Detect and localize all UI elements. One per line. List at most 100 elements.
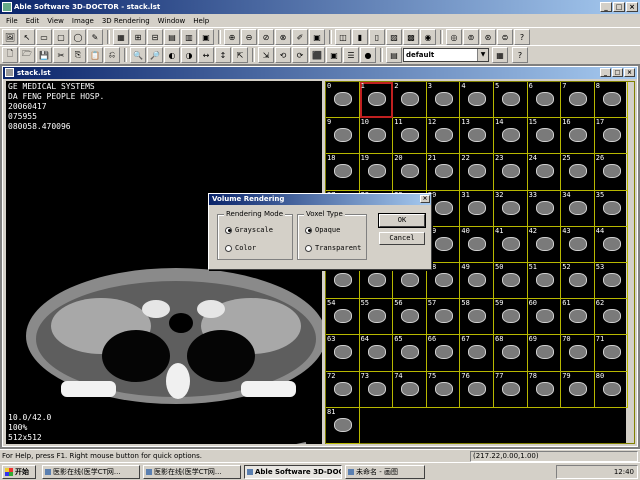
- grayscale-radio[interactable]: Grayscale: [225, 226, 273, 234]
- slice-thumbnail[interactable]: 52: [561, 263, 595, 300]
- doc-minimize-button[interactable]: _: [600, 68, 611, 77]
- slice-thumbnail[interactable]: 80: [594, 371, 629, 408]
- slice-thumbnail[interactable]: 26: [594, 154, 629, 191]
- slice-thumbnail[interactable]: 76: [460, 371, 494, 408]
- slice-thumbnail[interactable]: 12: [426, 118, 461, 155]
- toolbar-button-icon[interactable]: ▥: [181, 29, 197, 45]
- toolbar-button-icon[interactable]: ⊘: [258, 29, 274, 45]
- slice-thumbnail[interactable]: 60: [527, 299, 562, 336]
- slice-thumbnail[interactable]: 40: [460, 226, 494, 263]
- toolbar-button-icon[interactable]: ▩: [403, 29, 419, 45]
- slice-thumbnail[interactable]: 31: [460, 190, 494, 227]
- slice-thumbnail[interactable]: 3: [426, 82, 461, 119]
- toolbar-button-icon[interactable]: ⟲: [275, 47, 291, 63]
- slice-thumbnail[interactable]: 72: [326, 371, 360, 408]
- start-button[interactable]: 开始: [2, 464, 36, 479]
- toolbar-button-icon[interactable]: ▨: [386, 29, 402, 45]
- slice-thumbnail[interactable]: 15: [527, 118, 562, 155]
- slice-thumbnail[interactable]: 73: [359, 371, 394, 408]
- toolbar-button-icon[interactable]: ▤: [386, 47, 402, 63]
- doc-maximize-button[interactable]: □: [612, 68, 623, 77]
- slice-thumbnail[interactable]: 33: [527, 190, 562, 227]
- toolbar-button-icon[interactable]: ⊚: [463, 29, 479, 45]
- slice-thumbnail[interactable]: 19: [359, 154, 394, 191]
- toolbar-button-icon[interactable]: ⊛: [480, 29, 496, 45]
- toolbar-button-icon[interactable]: ⎘: [70, 47, 86, 63]
- slice-thumbnail[interactable]: 0: [326, 82, 360, 119]
- taskbar-item-active[interactable]: Able Software 3D-DOCT...: [244, 464, 342, 479]
- slice-thumbnail[interactable]: 16: [561, 118, 595, 155]
- toolbar-button-icon[interactable]: ⊟: [147, 29, 163, 45]
- toolbar-button-icon[interactable]: ◉: [420, 29, 436, 45]
- slice-thumbnail-selected[interactable]: 1: [359, 82, 394, 119]
- toolbar-button-icon[interactable]: ✐: [292, 29, 308, 45]
- toolbar-button-icon[interactable]: ☰: [343, 47, 359, 63]
- slice-thumbnail[interactable]: 41: [494, 226, 528, 263]
- menu-item-file[interactable]: File: [2, 17, 22, 25]
- slice-thumbnail[interactable]: 78: [527, 371, 562, 408]
- slice-thumbnail[interactable]: 79: [561, 371, 595, 408]
- toolbar-button-icon[interactable]: ⬛: [309, 47, 325, 63]
- slice-thumbnail[interactable]: 6: [527, 82, 562, 119]
- opaque-radio[interactable]: Opaque: [305, 226, 340, 234]
- slice-thumbnail[interactable]: 18: [326, 154, 360, 191]
- slice-thumbnail[interactable]: 67: [460, 335, 494, 372]
- slice-thumbnail[interactable]: 17: [594, 118, 629, 155]
- toolbar-button-icon[interactable]: ⟳: [292, 47, 308, 63]
- toolbar-button-icon[interactable]: 🔍: [130, 47, 146, 63]
- ok-button[interactable]: OK: [378, 213, 426, 228]
- slice-thumbnail[interactable]: 44: [594, 226, 629, 263]
- toolbar-button-icon[interactable]: 📋: [87, 47, 103, 63]
- dialog-close-button[interactable]: ×: [420, 195, 430, 203]
- cancel-button[interactable]: Cancel: [379, 232, 425, 245]
- menu-item-3d-rendering[interactable]: 3D Rendering: [98, 17, 154, 25]
- slice-thumbnail[interactable]: 23: [494, 154, 528, 191]
- slice-thumbnail[interactable]: 9: [326, 118, 360, 155]
- toolbar-button-icon[interactable]: ◯: [70, 29, 86, 45]
- toolbar-button-icon[interactable]: ⇱: [232, 47, 248, 63]
- minimize-button[interactable]: _: [600, 2, 612, 12]
- slice-thumbnail[interactable]: 57: [426, 299, 461, 336]
- toolbar-button-icon[interactable]: ◎: [446, 29, 462, 45]
- slice-thumbnail[interactable]: 24: [527, 154, 562, 191]
- slice-thumbnail[interactable]: 53: [594, 263, 629, 300]
- slice-thumbnail[interactable]: 8: [594, 82, 629, 119]
- toolbar-button-icon[interactable]: ✎: [87, 29, 103, 45]
- toolbar-button-icon[interactable]: ▦: [113, 29, 129, 45]
- slice-thumbnail[interactable]: 51: [527, 263, 562, 300]
- toolbar-button-icon[interactable]: ⊜: [497, 29, 513, 45]
- toolbar-button-icon[interactable]: ↔: [198, 47, 214, 63]
- slice-thumbnail[interactable]: 58: [460, 299, 494, 336]
- slice-thumbnail[interactable]: 11: [393, 118, 427, 155]
- palette-icon[interactable]: ▦: [492, 47, 508, 63]
- toolbar-button-icon[interactable]: ▣: [309, 29, 325, 45]
- slice-thumbnail[interactable]: 61: [561, 299, 595, 336]
- toolbar-button-icon[interactable]: ▣: [198, 29, 214, 45]
- toolbar-button-icon[interactable]: ↕: [215, 47, 231, 63]
- taskbar-item[interactable]: 未命名 - 画图: [345, 464, 425, 479]
- toolbar-button-icon[interactable]: ⎌: [104, 47, 120, 63]
- toolbar-button-icon[interactable]: 💾: [36, 47, 52, 63]
- toolbar-button-icon[interactable]: 🖼: [2, 29, 18, 45]
- slice-thumbnail[interactable]: 35: [594, 190, 629, 227]
- menu-item-help[interactable]: Help: [189, 17, 213, 25]
- slice-thumbnail[interactable]: 10: [359, 118, 394, 155]
- slice-thumbnail[interactable]: 56: [393, 299, 427, 336]
- slice-thumbnail[interactable]: 22: [460, 154, 494, 191]
- doc-close-button[interactable]: ×: [624, 68, 635, 77]
- menu-item-image[interactable]: Image: [68, 17, 98, 25]
- slice-thumbnail[interactable]: 64: [359, 335, 394, 372]
- slice-thumbnail[interactable]: 14: [494, 118, 528, 155]
- toolbar-button-icon[interactable]: ⊖: [241, 29, 257, 45]
- slice-thumbnail[interactable]: 20: [393, 154, 427, 191]
- slice-thumbnail[interactable]: 59: [494, 299, 528, 336]
- help-icon[interactable]: ?: [512, 47, 528, 63]
- toolbar-button-icon[interactable]: ●: [360, 47, 376, 63]
- menu-item-edit[interactable]: Edit: [22, 17, 44, 25]
- toolbar-button-icon[interactable]: ?: [514, 29, 530, 45]
- slice-thumbnail[interactable]: 42: [527, 226, 562, 263]
- toolbar-button-icon[interactable]: ▭: [36, 29, 52, 45]
- toolbar-button-icon[interactable]: ⊕: [224, 29, 240, 45]
- slice-thumbnail[interactable]: 62: [594, 299, 629, 336]
- toolbar-button-icon[interactable]: 🔎: [147, 47, 163, 63]
